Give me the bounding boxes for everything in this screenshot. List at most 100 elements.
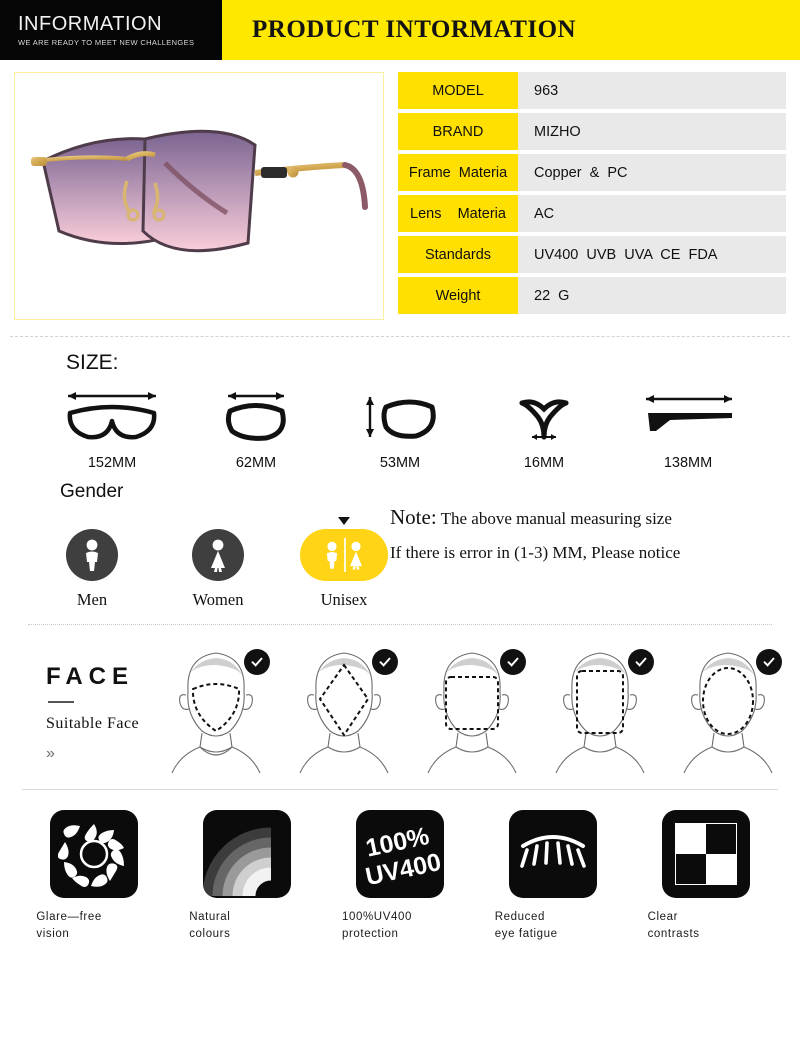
size-item: 138MM xyxy=(628,387,748,471)
size-heading: SIZE: xyxy=(66,351,119,374)
face-shape-heart xyxy=(160,643,272,775)
size-item: 62MM xyxy=(196,387,316,471)
frame-width-icon xyxy=(67,392,157,440)
unisex-badge-selected xyxy=(300,529,388,581)
check-icon xyxy=(507,657,519,667)
spec-value: MIZHO xyxy=(518,113,786,150)
table-row: Standards UV400 UVB UVA CE FDA xyxy=(398,236,786,273)
gender-section: Gender Men Women Unisex xyxy=(0,481,390,610)
feature-item: 100% UV400 100%UV400 protection xyxy=(336,810,464,942)
face-shape-list xyxy=(160,643,800,775)
size-item: 53MM xyxy=(340,387,460,471)
rainbow-colours-icon xyxy=(203,810,292,898)
women-badge xyxy=(192,529,244,581)
check-icon xyxy=(379,657,391,667)
check-icon xyxy=(251,657,263,667)
table-row: BRAND MIZHO xyxy=(398,113,786,150)
closed-eye-icon xyxy=(519,835,586,868)
gender-heading: Gender xyxy=(60,481,124,502)
spec-value: Copper & PC xyxy=(518,154,786,191)
check-icon xyxy=(635,657,647,667)
feature-item: Natural colours xyxy=(183,810,311,942)
woman-icon xyxy=(350,541,362,570)
gender-and-note-row: Gender Men Women Unisex Note: The above … xyxy=(0,471,800,610)
spec-key: Lens Materia xyxy=(398,195,518,232)
gender-label: Unisex xyxy=(320,590,368,609)
product-overview-row: MODEL 963 BRAND MIZHO Frame Materia Copp… xyxy=(0,60,800,320)
chevron-right-icon: » xyxy=(46,745,55,762)
feature-item: Glare—free vision xyxy=(30,810,158,942)
status-badge-check xyxy=(372,649,398,675)
status-badge-check xyxy=(500,649,526,675)
note-block: Note: The above manual measuring size If… xyxy=(390,481,800,610)
status-badge-check xyxy=(756,649,782,675)
eyelash-icon xyxy=(508,810,597,898)
gender-option-list: Men Women Unisex xyxy=(0,517,390,610)
size-label: 16MM xyxy=(523,455,565,471)
spec-value: AC xyxy=(518,195,786,232)
table-row: Frame Materia Copper & PC xyxy=(398,154,786,191)
temple-length-icon xyxy=(646,395,732,431)
sunglasses-illustration xyxy=(15,73,383,319)
face-subtitle: Suitable Face xyxy=(46,715,140,732)
header-title-bar: PRODUCT INTORMATION xyxy=(222,0,800,60)
bridge-width-icon xyxy=(519,399,569,440)
spec-key: Standards xyxy=(398,236,518,273)
man-icon xyxy=(86,539,98,571)
product-image-frame xyxy=(14,72,384,320)
size-label: 152MM xyxy=(87,455,137,471)
face-shape-rectangle xyxy=(544,643,656,775)
gender-label: Men xyxy=(76,590,108,609)
checkerboard-contrast-icon xyxy=(661,810,750,898)
spec-value: UV400 UVB UVA CE FDA xyxy=(518,236,786,273)
gender-option-women[interactable]: Women xyxy=(172,517,264,610)
face-heading-block: FACE Suitable Face » xyxy=(0,643,160,763)
size-item-list: 152MM 62MM 53MM 16MM 138MM xyxy=(0,387,800,471)
woman-icon xyxy=(211,539,225,572)
selection-caret-icon xyxy=(338,517,350,525)
pill-divider xyxy=(344,538,346,572)
note-line-2: If there is error in (1-3) MM, Please no… xyxy=(390,543,681,562)
size-label: 62MM xyxy=(235,455,277,471)
feature-label: Clear contrasts xyxy=(647,911,700,940)
lens-height-icon xyxy=(366,397,436,439)
logo-tagline: WE ARE READY TO MEET NEW CHALLENGES xyxy=(18,37,195,47)
feature-label: Glare—free vision xyxy=(36,911,102,940)
spec-key: MODEL xyxy=(398,72,518,109)
status-badge-check xyxy=(244,649,270,675)
feature-label: Natural colours xyxy=(189,911,231,940)
spec-value: 963 xyxy=(518,72,786,109)
size-section: SIZE: 152MM 62MM 53MM 16MM 138MM xyxy=(0,337,800,471)
size-item: 16MM xyxy=(484,387,604,471)
men-badge xyxy=(66,529,118,581)
note-text-1: The above manual measuring size xyxy=(436,509,672,528)
gender-option-unisex[interactable]: Unisex xyxy=(298,517,390,610)
face-shape-diamond xyxy=(288,643,400,775)
lens-width-icon xyxy=(225,392,286,441)
man-icon xyxy=(326,541,338,569)
feature-item: Clear contrasts xyxy=(642,810,770,942)
face-section: FACE Suitable Face » xyxy=(0,625,800,775)
feature-label: 100%UV400 protection xyxy=(341,911,412,940)
brand-logo-block: INFORMATION WE ARE READY TO MEET NEW CHA… xyxy=(0,0,222,60)
sun-icon xyxy=(58,824,125,887)
spec-key: BRAND xyxy=(398,113,518,150)
gender-option-men[interactable]: Men xyxy=(46,517,138,610)
status-badge-check xyxy=(628,649,654,675)
feature-label: Reduced eye fatigue xyxy=(494,911,558,940)
uv400-text-icon: 100% UV400 xyxy=(363,822,444,891)
face-shape-square xyxy=(416,643,528,775)
page-header: INFORMATION WE ARE READY TO MEET NEW CHA… xyxy=(0,0,800,60)
logo-title: INFORMATION xyxy=(18,12,163,35)
spec-key: Frame Materia xyxy=(398,154,518,191)
sun-glare-icon xyxy=(50,810,139,898)
face-title: FACE xyxy=(46,663,135,690)
feature-list: Glare—free vision Natural colours 100% U… xyxy=(0,790,800,942)
note-line-1: Note: The above manual measuring size xyxy=(390,505,788,530)
uv400-icon: 100% UV400 xyxy=(355,810,444,898)
spec-value: 22 G xyxy=(518,277,786,314)
contrast-checker-icon xyxy=(674,823,737,885)
table-row: Lens Materia AC xyxy=(398,195,786,232)
face-rule-divider xyxy=(48,701,74,703)
note-label: Note: xyxy=(390,505,437,529)
